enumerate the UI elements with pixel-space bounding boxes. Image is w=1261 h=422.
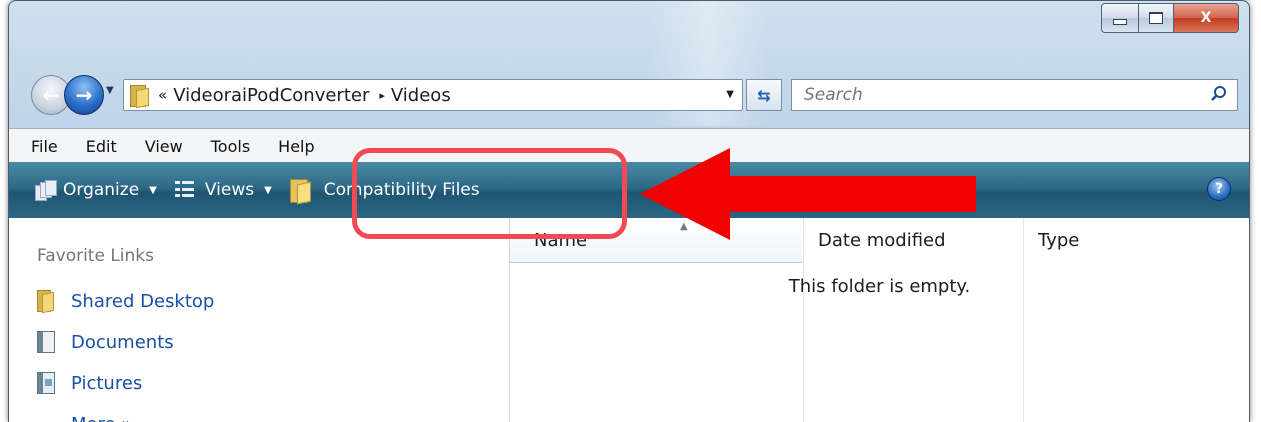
command-bar: Organize ▼ Views ▼ Compatibility Files ? [9,162,1249,218]
favorite-link-documents[interactable]: Documents [37,331,174,353]
annotation-highlight-box [352,148,627,239]
minimize-icon [1113,19,1127,25]
maximize-button[interactable] [1139,3,1174,33]
empty-folder-message: This folder is empty. [510,276,1249,297]
breadcrumb-item[interactable]: VideoraiPodConverter [173,85,369,106]
explorer-window: X ← → ▼ « VideoraiPodConverter ▸ Videos … [8,0,1250,422]
favorite-link-label: Shared Desktop [71,291,214,312]
favorite-link-pictures[interactable]: Pictures [37,372,142,394]
annotation-arrow [640,148,980,240]
views-button[interactable]: Views ▼ [175,180,272,200]
file-list: ▲ Name Date modified Type This folder is… [510,218,1249,422]
minimize-button[interactable] [1101,3,1139,33]
back-arrow-icon: ← [43,83,60,107]
address-dropdown[interactable]: ▼ [726,89,734,100]
chevron-down-icon: ▼ [149,185,157,196]
breadcrumb-overflow[interactable]: « [158,86,167,104]
menu-edit[interactable]: Edit [86,137,117,156]
help-icon: ? [1215,181,1223,197]
views-label: Views [205,180,254,200]
compatibility-folder-icon [290,179,312,201]
folder-icon [37,290,55,312]
views-icon [175,181,195,199]
documents-icon [37,331,55,353]
organize-label: Organize [63,180,139,200]
favorite-link-label: Pictures [71,373,142,394]
close-button[interactable]: X [1174,3,1239,33]
help-button[interactable]: ? [1207,177,1231,201]
pictures-icon [37,372,55,394]
menu-file[interactable]: File [31,137,58,156]
refresh-button[interactable]: ⇆ [746,79,782,111]
caption-buttons: X [1101,3,1239,33]
search-input[interactable] [802,81,1186,109]
organize-button[interactable]: Organize ▼ [35,180,157,200]
search-icon[interactable] [1209,84,1229,104]
search-box [791,79,1238,111]
recent-pages-dropdown[interactable]: ▼ [106,85,114,96]
menu-bar: File Edit View Tools Help [9,128,1249,163]
forward-arrow-icon: → [76,83,93,107]
address-bar[interactable]: « VideoraiPodConverter ▸ Videos ▼ [123,79,743,111]
maximize-icon [1149,12,1163,24]
address-row: ← → ▼ « VideoraiPodConverter ▸ Videos ▼ … [9,73,1249,117]
folder-icon [130,85,148,105]
menu-view[interactable]: View [145,137,183,156]
organize-icon [35,180,57,200]
menu-help[interactable]: Help [278,137,314,156]
forward-button[interactable]: → [64,75,104,115]
favorite-link-label: Documents [71,332,174,353]
favorite-link-shared-desktop[interactable]: Shared Desktop [37,290,214,312]
navigation-pane: Favorite Links Shared Desktop Documents … [9,218,510,422]
breadcrumb-separator[interactable]: ▸ [379,89,385,102]
refresh-icon: ⇆ [757,86,770,105]
close-icon: X [1201,10,1212,26]
breadcrumb-item[interactable]: Videos [391,85,451,106]
favorite-links-header: Favorite Links [37,246,154,266]
chevron-down-icon: ▼ [264,185,272,196]
menu-tools[interactable]: Tools [211,137,250,156]
column-header-type[interactable]: Type [1024,218,1249,262]
